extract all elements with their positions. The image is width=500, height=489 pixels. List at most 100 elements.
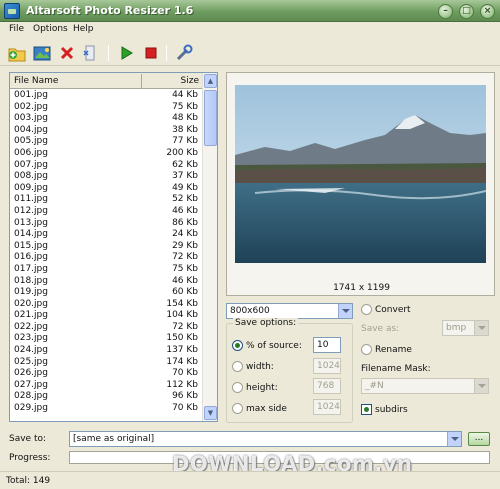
percent-input[interactable]: 10 xyxy=(313,337,341,353)
status-bar: Total: 149 xyxy=(0,471,500,489)
file-list-row[interactable]: 020.jpg 154 Kb xyxy=(10,299,203,311)
file-name-cell: 004.jpg xyxy=(14,124,48,135)
file-name-cell: 024.jpg xyxy=(14,345,48,356)
file-list-row[interactable]: 003.jpg 48 Kb xyxy=(10,113,203,125)
chevron-down-icon[interactable] xyxy=(338,304,352,318)
file-name-cell: 002.jpg xyxy=(14,101,48,112)
width-radio[interactable] xyxy=(232,361,243,372)
settings-icon[interactable] xyxy=(174,43,194,63)
image-dimensions: 1741 x 1199 xyxy=(333,283,390,293)
file-list-row[interactable]: 021.jpg 104 Kb xyxy=(10,310,203,322)
file-name-cell: 020.jpg xyxy=(14,298,48,309)
file-list-row[interactable]: 022.jpg 72 Kb xyxy=(10,322,203,334)
file-list-row[interactable]: 019.jpg 60 Kb xyxy=(10,287,203,299)
file-name-cell: 013.jpg xyxy=(14,217,48,228)
file-size-cell: 24 Kb xyxy=(172,229,198,240)
file-name-cell: 016.jpg xyxy=(14,252,48,263)
file-list-row[interactable]: 025.jpg 174 Kb xyxy=(10,357,203,369)
scroll-thumb[interactable] xyxy=(204,90,217,146)
subdirs-checkbox[interactable] xyxy=(361,404,372,415)
file-list-row[interactable]: 009.jpg 49 Kb xyxy=(10,183,203,195)
file-size-cell: 60 Kb xyxy=(172,287,198,298)
chevron-down-icon[interactable] xyxy=(474,379,488,393)
maxside-radio[interactable] xyxy=(232,403,243,414)
maxside-input[interactable]: 1024 xyxy=(313,399,341,415)
file-name-cell: 003.jpg xyxy=(14,113,48,124)
convert-radio[interactable] xyxy=(361,304,372,315)
file-list[interactable]: File Name Size 001.jpg 44 Kb 002.jpg 75 Kb 0… xyxy=(9,72,218,422)
maxside-label: max side xyxy=(246,404,287,414)
clear-icon[interactable] xyxy=(80,43,100,63)
file-size-cell: 96 Kb xyxy=(172,391,198,402)
filename-mask-select[interactable]: _#N xyxy=(361,378,489,394)
chevron-down-icon[interactable] xyxy=(474,321,488,335)
file-list-row[interactable]: 027.jpg 112 Kb xyxy=(10,380,203,392)
file-list-row[interactable]: 024.jpg 137 Kb xyxy=(10,345,203,357)
width-input[interactable]: 1024 xyxy=(313,358,341,374)
height-input[interactable]: 768 xyxy=(313,378,341,394)
file-size-cell: 38 Kb xyxy=(172,124,198,135)
remove-icon[interactable] xyxy=(57,43,77,63)
file-name-cell: 006.jpg xyxy=(14,147,48,158)
file-name-cell: 001.jpg xyxy=(14,90,48,100)
add-files-icon[interactable] xyxy=(7,43,27,63)
file-list-row[interactable]: 013.jpg 86 Kb xyxy=(10,218,203,230)
save-to-select[interactable]: [same as original] xyxy=(69,431,462,447)
menu-options[interactable]: Options xyxy=(33,24,68,34)
save-to-label: Save to: xyxy=(9,434,47,444)
file-list-row[interactable]: 006.jpg 200 Kb xyxy=(10,148,203,160)
file-list-row[interactable]: 026.jpg 70 Kb xyxy=(10,368,203,380)
file-list-scrollbar[interactable]: ▲ ▼ xyxy=(202,73,217,421)
file-list-row[interactable]: 004.jpg 38 Kb xyxy=(10,125,203,137)
file-list-row[interactable]: 007.jpg 62 Kb xyxy=(10,160,203,172)
format-select[interactable]: bmp xyxy=(442,320,489,336)
maximize-button[interactable]: □ xyxy=(459,4,474,19)
file-list-row[interactable]: 011.jpg 52 Kb xyxy=(10,194,203,206)
preview-image xyxy=(235,85,486,263)
file-size-cell: 154 Kb xyxy=(166,298,198,309)
file-list-row[interactable]: 002.jpg 75 Kb xyxy=(10,102,203,114)
scroll-up-icon[interactable]: ▲ xyxy=(204,74,217,88)
file-list-row[interactable]: 001.jpg 44 Kb xyxy=(10,90,203,102)
file-list-row[interactable]: 012.jpg 46 Kb xyxy=(10,206,203,218)
file-list-row[interactable]: 017.jpg 75 Kb xyxy=(10,264,203,276)
column-file-name[interactable]: File Name xyxy=(11,74,142,88)
file-list-row[interactable]: 028.jpg 96 Kb xyxy=(10,391,203,403)
file-list-row[interactable]: 005.jpg 77 Kb xyxy=(10,136,203,148)
file-name-cell: 029.jpg xyxy=(14,403,48,414)
chevron-down-icon[interactable] xyxy=(447,432,461,446)
scroll-down-icon[interactable]: ▼ xyxy=(204,406,217,420)
file-list-row[interactable]: 015.jpg 29 Kb xyxy=(10,241,203,253)
file-size-cell: 52 Kb xyxy=(172,194,198,205)
file-list-row[interactable]: 029.jpg 70 Kb xyxy=(10,403,203,415)
file-name-cell: 023.jpg xyxy=(14,333,48,344)
subdirs-label: subdirs xyxy=(375,405,408,415)
minimize-button[interactable]: – xyxy=(438,4,453,19)
file-name-cell: 008.jpg xyxy=(14,171,48,182)
menu-help[interactable]: Help xyxy=(73,24,94,34)
file-list-row[interactable]: 008.jpg 37 Kb xyxy=(10,171,203,183)
height-radio[interactable] xyxy=(232,382,243,393)
save-to-value: [same as original] xyxy=(73,434,155,444)
add-folder-icon[interactable] xyxy=(32,43,52,63)
file-list-header: File Name Size xyxy=(10,73,203,89)
file-list-row[interactable]: 014.jpg 24 Kb xyxy=(10,229,203,241)
file-list-row[interactable]: 016.jpg 72 Kb xyxy=(10,252,203,264)
browse-button[interactable]: ... xyxy=(468,432,490,446)
size-preset-select[interactable]: 800x600 xyxy=(226,303,353,319)
file-list-row[interactable]: 018.jpg 46 Kb xyxy=(10,276,203,288)
file-name-cell: 026.jpg xyxy=(14,368,48,379)
file-list-row[interactable]: 023.jpg 150 Kb xyxy=(10,333,203,345)
menu-file[interactable]: File xyxy=(9,24,24,34)
close-button[interactable]: × xyxy=(480,4,495,19)
convert-label: Convert xyxy=(375,305,411,315)
percent-radio[interactable] xyxy=(232,340,243,351)
column-size[interactable]: Size xyxy=(143,74,202,88)
rename-radio[interactable] xyxy=(361,344,372,355)
size-preset-value: 800x600 xyxy=(230,306,270,316)
stop-icon[interactable] xyxy=(141,43,161,63)
progress-label: Progress: xyxy=(9,453,51,463)
start-icon[interactable] xyxy=(116,43,136,63)
percent-label: % of source: xyxy=(246,341,302,351)
file-size-cell: 70 Kb xyxy=(172,403,198,414)
